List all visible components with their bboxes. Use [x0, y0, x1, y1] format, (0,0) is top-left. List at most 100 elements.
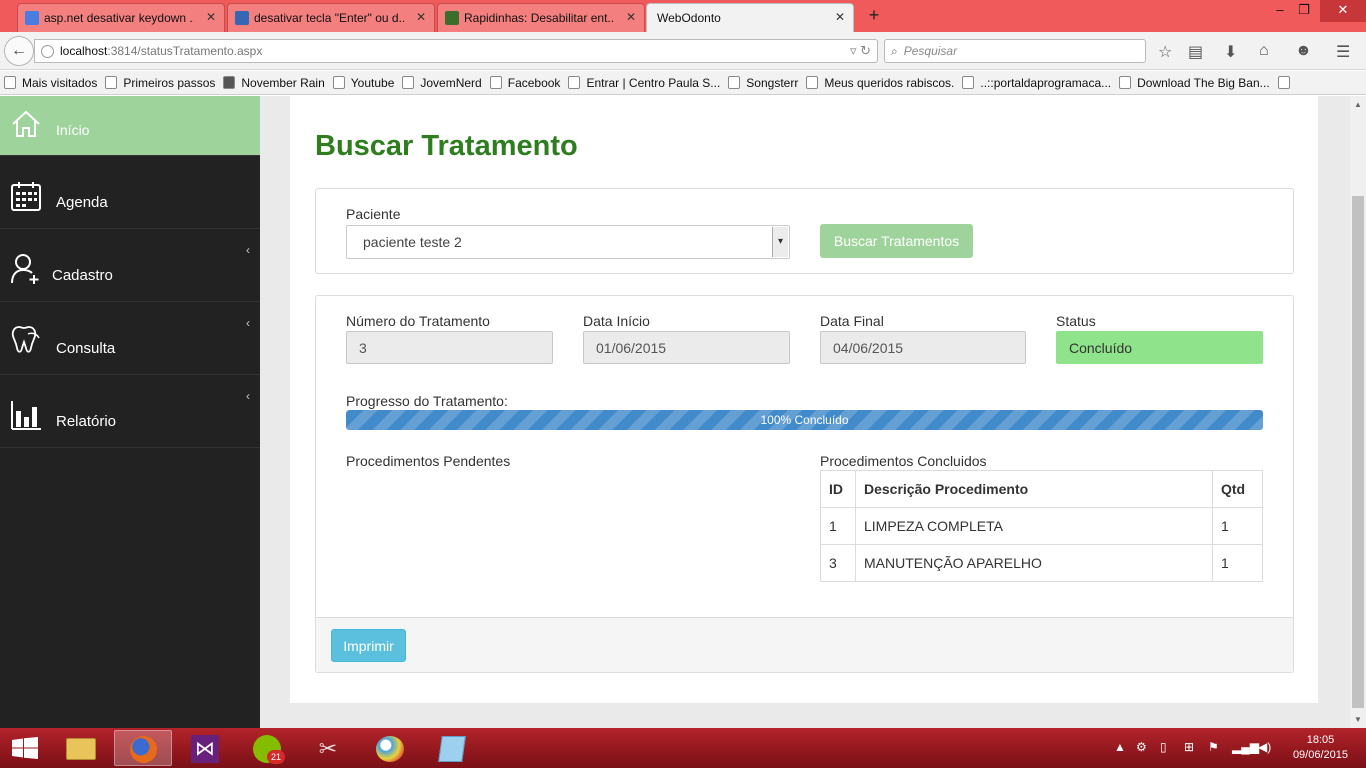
status-field[interactable]: Concluído [1056, 331, 1263, 364]
url-bar[interactable]: localhost:3814/statusTratamento.aspx ▿ ↻ [34, 39, 878, 63]
bookmark-item[interactable]: ..::portaldaprogramaca... [962, 76, 1111, 90]
progress-label: Progresso do Tratamento: [346, 393, 508, 409]
scroll-up-icon[interactable]: ▲ [1350, 100, 1366, 109]
table-cell-id: 3 [820, 544, 856, 582]
home-icon[interactable]: ⌂ [1259, 42, 1269, 60]
browser-nav-bar: localhost:3814/statusTratamento.aspx ▿ ↻… [0, 32, 1366, 70]
wifi-signal-icon[interactable]: ▂▄▆ [1232, 740, 1259, 754]
procedures-table: ID Descrição Procedimento Qtd 1 LIMPEZA … [820, 470, 1263, 582]
file-explorer-icon[interactable] [52, 730, 110, 766]
google-favicon-icon [25, 11, 39, 25]
sidebar-item-inicio[interactable]: Início [0, 96, 260, 156]
windows-tray-icon[interactable]: ⊞ [1184, 740, 1194, 754]
sidebar-item-consulta[interactable]: Consulta ‹ [0, 302, 260, 375]
treatment-panel: Número do Tratamento 3 Data Início 01/06… [315, 295, 1294, 673]
pendentes-label: Procedimentos Pendentes [346, 453, 511, 469]
device-icon[interactable]: ▯ [1160, 740, 1167, 754]
url-path: :3814/statusTratamento.aspx [107, 44, 263, 58]
page-icon [489, 76, 502, 89]
tab-aspnet[interactable]: asp.net desativar keydown ... ✕ [17, 3, 225, 32]
bookmark-star-icon[interactable]: ☆ [1158, 42, 1172, 62]
main-content: Buscar Tratamento Paciente paciente test… [290, 96, 1318, 703]
scrollbar-thumb[interactable] [1352, 196, 1364, 708]
visual-studio-icon[interactable]: ⋈ [176, 730, 234, 766]
bookmarks-bar: Mais visitados Primeiros passos November… [0, 71, 1366, 95]
network-share-icon[interactable]: ⚙ [1136, 740, 1147, 754]
notepad-icon[interactable] [424, 730, 482, 766]
close-tab-icon[interactable]: ✕ [416, 10, 426, 24]
new-tab-icon[interactable]: + [864, 5, 884, 26]
action-center-icon[interactable]: ⚑ [1208, 740, 1219, 754]
bookmark-item[interactable]: Meus queridos rabiscos. [806, 76, 954, 90]
tab-rapidinhas[interactable]: Rapidinhas: Desabilitar ent... ✕ [437, 3, 645, 32]
table-header-qtd: Qtd [1212, 470, 1263, 508]
volume-icon[interactable]: ◀) [1258, 740, 1271, 754]
paint-icon[interactable] [362, 730, 420, 766]
menu-icon[interactable]: ☰ [1336, 42, 1350, 62]
bookmark-item[interactable]: Mais visitados [4, 76, 97, 90]
numero-label: Número do Tratamento [346, 313, 490, 329]
page-icon [568, 76, 581, 89]
tools-icon[interactable]: ✂ [300, 730, 358, 766]
bookmark-item[interactable]: November Rain [223, 76, 325, 90]
imprimir-button[interactable]: Imprimir [331, 629, 406, 662]
home-icon [12, 110, 40, 137]
show-hidden-icons-icon[interactable]: ▲ [1114, 740, 1126, 754]
close-tab-icon[interactable]: ✕ [626, 10, 636, 24]
bookmark-item[interactable]: Songsterr [728, 76, 798, 90]
hello-icon[interactable]: ☻ [1295, 42, 1312, 60]
bookmark-item[interactable]: JovemNerd [402, 76, 482, 90]
search-input[interactable]: ⌕ Pesquisar [884, 39, 1146, 63]
table-row: 3 MANUTENÇÃO APARELHO 1 [820, 544, 1263, 582]
sidebar-item-cadastro[interactable]: Cadastro ‹ [0, 229, 260, 302]
search-panel: Paciente paciente teste 2 ▾ Buscar Trata… [315, 188, 1294, 274]
close-tab-icon[interactable]: ✕ [835, 10, 845, 24]
close-tab-icon[interactable]: ✕ [206, 10, 216, 24]
buscar-tratamentos-button[interactable]: Buscar Tratamentos [820, 224, 973, 258]
tab-desativar-tecla[interactable]: desativar tecla "Enter" ou d... ✕ [227, 3, 435, 32]
restore-icon[interactable]: ❐ [1292, 0, 1316, 22]
sidebar-item-relatorio[interactable]: Relatório ‹ [0, 375, 260, 448]
reading-list-icon[interactable]: ▤ [1188, 42, 1203, 62]
page-icon [806, 76, 819, 89]
site-favicon-icon [235, 11, 249, 25]
bookmark-item[interactable]: Youtube [332, 76, 394, 90]
chevron-down-icon: ▾ [772, 227, 788, 257]
bookmark-item[interactable]: Primeiros passos [105, 76, 215, 90]
clock[interactable]: 18:05 09/06/2015 [1293, 733, 1348, 763]
bookmark-item[interactable]: Facebook [489, 76, 560, 90]
search-icon: ⌕ [891, 43, 898, 58]
page-scrollbar[interactable]: ▲ ▼ [1350, 96, 1366, 728]
patient-label: Paciente [346, 206, 401, 222]
url-host: localhost [60, 44, 108, 58]
bookmark-item[interactable]: Entrar | Centro Paula S... [568, 76, 720, 90]
panel-footer: Imprimir [316, 617, 1293, 672]
page-icon [223, 76, 236, 89]
concluidos-label: Procedimentos Concluidos [820, 453, 987, 469]
tab-webodonto[interactable]: WebOdonto ✕ [646, 3, 854, 32]
patient-select[interactable]: paciente teste 2 ▾ [346, 225, 790, 259]
minimize-icon[interactable]: – [1268, 0, 1292, 22]
back-button[interactable]: ← [4, 36, 34, 66]
numero-field[interactable]: 3 [346, 331, 553, 364]
page-icon [105, 76, 118, 89]
download-icon[interactable]: ⬇ [1224, 42, 1237, 62]
table-cell-descricao: MANUTENÇÃO APARELHO [855, 544, 1213, 582]
windows-start-icon[interactable] [12, 737, 38, 759]
window-close-icon[interactable]: ✕ [1320, 0, 1366, 22]
bookmark-item[interactable] [1277, 76, 1296, 89]
tooth-icon [11, 326, 40, 353]
reload-icon[interactable]: ▿ ↻ [850, 43, 871, 59]
data-final-field[interactable]: 04/06/2015 [820, 331, 1026, 364]
chevron-left-icon: ‹ [246, 389, 250, 403]
spotify-icon[interactable]: 21 [238, 730, 296, 766]
data-inicio-field[interactable]: 01/06/2015 [583, 331, 790, 364]
add-user-icon [11, 254, 39, 284]
bookmark-item[interactable]: Download The Big Ban... [1119, 76, 1270, 90]
data-inicio-label: Data Início [583, 313, 650, 329]
table-header-id: ID [820, 470, 856, 508]
scroll-down-icon[interactable]: ▼ [1350, 715, 1366, 724]
firefox-icon[interactable] [114, 730, 172, 766]
chevron-left-icon: ‹ [246, 243, 250, 257]
sidebar-item-agenda[interactable]: Agenda [0, 156, 260, 229]
